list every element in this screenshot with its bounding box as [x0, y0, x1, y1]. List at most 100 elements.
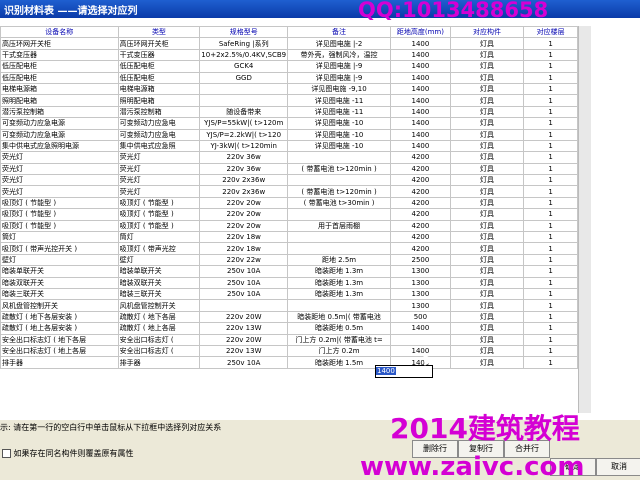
table-cell[interactable]: 250v 10A	[199, 356, 289, 369]
table-cell[interactable]: 吸顶灯 ( 带声光控	[117, 242, 201, 255]
table-cell[interactable]: 吸顶灯 ( 节能型 )	[0, 208, 119, 221]
table-cell[interactable]: YJ-3kW|( t>120min	[199, 139, 289, 153]
table-cell[interactable]: 安全出口标志灯 (	[117, 344, 201, 358]
table-cell[interactable]: 排手器	[0, 356, 119, 369]
table-cell[interactable]: 1400	[389, 94, 451, 107]
checkbox-box[interactable]	[2, 449, 11, 458]
table-row[interactable]: 低压配电柜 低压配电柜 GGD 详见图电施 |-9 1400 灯具 1	[0, 71, 578, 84]
table-cell[interactable]: 荧光灯	[0, 151, 119, 164]
table-cell[interactable]: 疏散灯 ( 地上各层	[117, 322, 201, 335]
table-cell[interactable]: 220v 22w	[199, 253, 289, 267]
table-cell[interactable]: 可变频动力应急电源	[0, 117, 119, 130]
table-cell[interactable]: 1	[523, 196, 578, 210]
table-cell[interactable]: 暗装距地 0.5m|( 带蓄电池	[287, 310, 391, 324]
table-cell[interactable]: 1400	[389, 48, 451, 62]
table-cell[interactable]: 详见图电施 -10	[287, 128, 391, 141]
table-cell[interactable]: 暗装距地 1.3m	[287, 276, 391, 290]
table-cell[interactable]: 1	[523, 71, 578, 84]
table-cell[interactable]: 1	[523, 82, 578, 96]
table-cell[interactable]: 暗装双联开关	[117, 276, 201, 290]
table-cell[interactable]: 4200	[389, 151, 451, 164]
table-cell[interactable]: 灯具	[449, 356, 525, 369]
table-cell[interactable]: 灯具	[449, 253, 525, 267]
table-cell[interactable]: 安全出口标志灯 (	[117, 333, 201, 346]
table-cell[interactable]: 4200	[389, 231, 451, 244]
table-cell[interactable]: 集中供电式应急照明电源	[0, 139, 119, 153]
table-cell[interactable]: GCK4	[199, 60, 289, 73]
table-cell[interactable]: 灯具	[449, 310, 525, 324]
table-cell[interactable]	[287, 208, 391, 221]
table-cell[interactable]: 详见图电施 |-2	[287, 37, 391, 50]
table-cell[interactable]: 灯具	[449, 128, 525, 141]
table-cell[interactable]	[287, 174, 391, 187]
table-cell[interactable]: 干式变压器	[117, 48, 201, 62]
column-header[interactable]: 对应楼层	[523, 26, 578, 39]
column-header[interactable]: 类型	[117, 26, 201, 39]
table-cell[interactable]: 安全出口标志灯 ( 地下各层	[0, 333, 119, 346]
table-cell[interactable]: 1300	[389, 299, 451, 312]
table-cell[interactable]: 250v 10A	[199, 265, 289, 278]
table-row[interactable]: 暗装三联开关 暗装三联开关 250v 10A 暗装距地 1.3m 1300 灯具 1	[0, 287, 578, 301]
table-cell[interactable]: 灯具	[449, 174, 525, 187]
table-row[interactable]: 吸顶灯 ( 节能型 ) 吸顶灯 ( 节能型 ) 220v 20w 4200 灯具 1	[0, 208, 578, 221]
table-cell[interactable]: 荧光灯	[0, 162, 119, 176]
table-cell[interactable]: 1400	[389, 139, 451, 153]
table-row[interactable]: 壁灯 壁灯 220v 22w 距地 2.5m 2500 灯具 1	[0, 253, 578, 267]
table-cell[interactable]: 1	[523, 333, 578, 346]
table-cell[interactable]: 疏散灯 ( 地下各层安装 )	[0, 310, 119, 324]
table-cell[interactable]: 筒灯	[0, 231, 119, 244]
table-cell[interactable]: 详见图电施 -11	[287, 94, 391, 107]
table-row[interactable]: 荧光灯 荧光灯 220v 2x36w 4200 灯具 1	[0, 174, 578, 187]
table-cell[interactable]: 1300	[389, 265, 451, 278]
table-cell[interactable]: 详见图电施 |-9	[287, 60, 391, 73]
table-cell[interactable]: 疏散灯 ( 地上各层安装 )	[0, 322, 119, 335]
table-cell[interactable]: 暗装双联开关	[0, 276, 119, 290]
table-cell[interactable]: 暗装单联开关	[117, 265, 201, 278]
table-cell[interactable]: ( 带蓄电池 t>120min )	[287, 185, 391, 198]
table-cell[interactable]: SafeRing |系列	[199, 37, 289, 50]
table-cell[interactable]	[389, 333, 451, 346]
table-cell[interactable]: 风机盘管控制开关	[0, 299, 119, 312]
table-cell[interactable]: 1	[523, 117, 578, 130]
table-cell[interactable]: 220v 18w	[199, 242, 289, 255]
table-cell[interactable]: 风机盘管控制开关	[117, 299, 201, 312]
table-cell[interactable]: 250v 10A	[199, 276, 289, 290]
table-cell[interactable]: 吸顶灯 ( 带声光控开关 )	[0, 242, 119, 255]
table-cell[interactable]: 壁灯	[117, 253, 201, 267]
table-cell[interactable]: 灯具	[449, 322, 525, 335]
table-cell[interactable]: 门上方 0.2m	[287, 344, 391, 358]
height-edit-input[interactable]: 1400	[375, 365, 433, 378]
table-cell[interactable]: 集中供电式应急照	[117, 139, 201, 153]
table-cell[interactable]: 暗装距地 1.3m	[287, 265, 391, 278]
table-cell[interactable]	[199, 82, 289, 96]
table-cell[interactable]: 220v 2x36w	[199, 185, 289, 198]
table-cell[interactable]: 荧光灯	[117, 162, 201, 176]
table-cell[interactable]: ( 带蓄电池 t>120min )	[287, 162, 391, 176]
table-cell[interactable]: 1	[523, 139, 578, 153]
table-cell[interactable]: 4200	[389, 185, 451, 198]
table-cell[interactable]	[287, 242, 391, 255]
table-cell[interactable]: 220v 20w	[199, 219, 289, 233]
table-cell[interactable]: 潜污泵控制箱	[117, 105, 201, 119]
table-cell[interactable]: 灯具	[449, 94, 525, 107]
table-cell[interactable]: 门上方 0.2m|( 带蓄电池 t=	[287, 333, 391, 346]
table-row[interactable]: 风机盘管控制开关 风机盘管控制开关 1300 灯具 1	[0, 299, 578, 312]
table-cell[interactable]: 荧光灯	[117, 151, 201, 164]
table-cell[interactable]: 1400	[389, 60, 451, 73]
table-cell[interactable]: 荧光灯	[0, 174, 119, 187]
table-row[interactable]: 低压配电柜 低压配电柜 GCK4 详见图电施 |-9 1400 灯具 1	[0, 60, 578, 73]
table-cell[interactable]: 可变频动力应急电	[117, 117, 201, 130]
table-cell[interactable]	[199, 299, 289, 312]
table-cell[interactable]: YJS/P=2.2kW|( t>120	[199, 128, 289, 141]
table-cell[interactable]: 灯具	[449, 117, 525, 130]
table-cell[interactable]: 4200	[389, 196, 451, 210]
table-cell[interactable]: 灯具	[449, 231, 525, 244]
table-cell[interactable]: 吸顶灯 ( 节能型 )	[117, 208, 201, 221]
table-row[interactable]: 吸顶灯 ( 节能型 ) 吸顶灯 ( 节能型 ) 220v 20w 用于首层雨棚 4200…	[0, 219, 578, 233]
table-row[interactable]: 荧光灯 荧光灯 220v 36w 4200 灯具 1	[0, 151, 578, 164]
table-row[interactable]: 筒灯 筒灯 220v 18w 4200 灯具 1	[0, 231, 578, 244]
table-cell[interactable]: 1400	[389, 82, 451, 96]
table-row[interactable]: 安全出口标志灯 ( 地上各层 安全出口标志灯 ( 220v 13W 门上方 0.2m…	[0, 344, 578, 358]
table-cell[interactable]: 4200	[389, 242, 451, 255]
table-cell[interactable]: 暗装三联开关	[117, 287, 201, 301]
